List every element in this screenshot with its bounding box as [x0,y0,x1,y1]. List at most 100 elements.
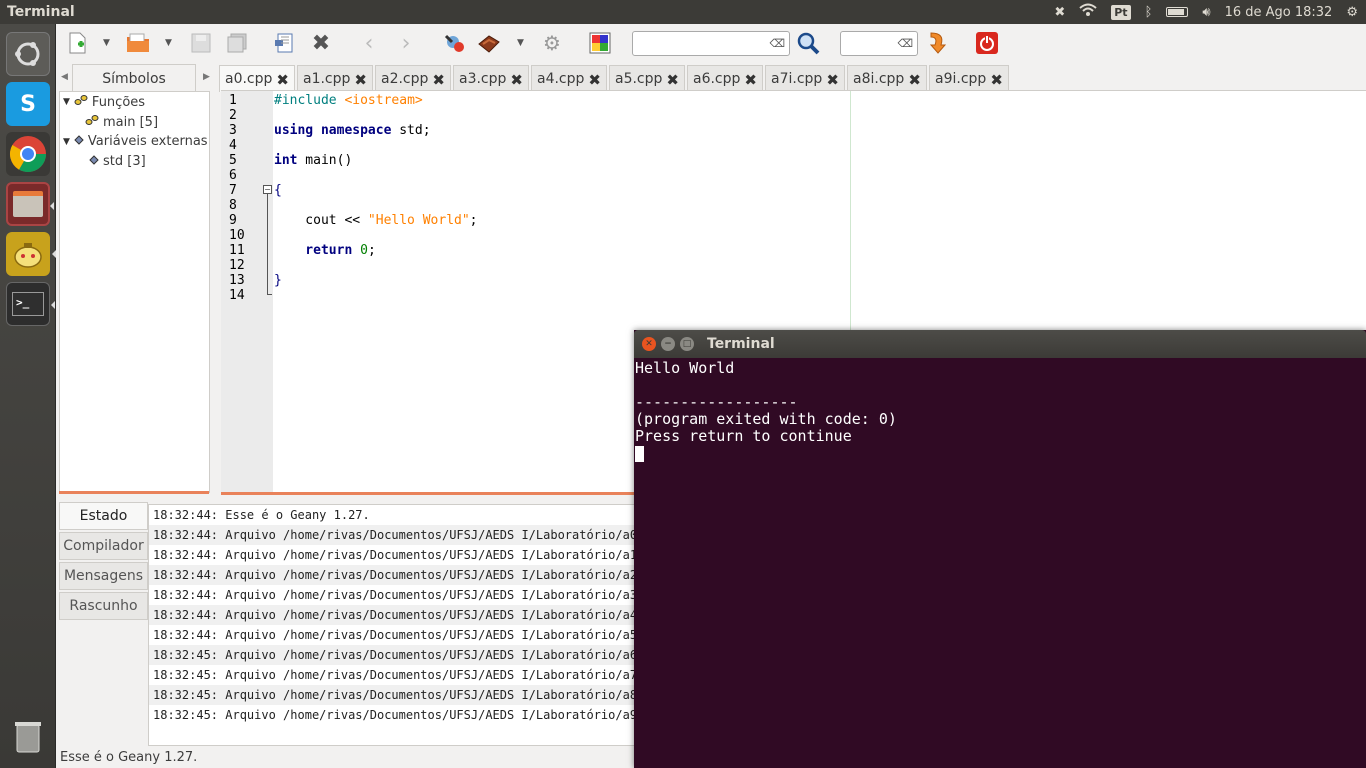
sidebar: ◀ Símbolos ▶ ▼ Funções main [5] ▼ Variáv… [57,62,214,496]
goto-line-input[interactable] [845,33,897,54]
open-file-icon[interactable] [125,31,151,55]
brace: { [274,183,282,198]
close-icon[interactable]: ✖ [666,71,679,89]
status-log[interactable]: 18:32:44: Esse é o Geany 1.27. 18:32:44:… [148,504,657,746]
tab-a1[interactable]: a1.cpp ✖ [297,65,373,92]
tab-scratch[interactable]: Rascunho [59,592,148,620]
symbol-tree: ▼ Funções main [5] ▼ Variáveis externas … [59,91,210,493]
variable-icon [89,154,99,169]
tab-a7i[interactable]: a7i.cpp ✖ [765,65,845,92]
files-icon[interactable] [6,182,54,226]
battery-icon[interactable] [1166,7,1189,17]
revert-icon[interactable] [271,31,297,55]
tab-a4[interactable]: a4.cpp ✖ [531,65,607,92]
sync-icon[interactable]: ✖ [1054,5,1065,20]
close-icon[interactable]: ✖ [588,71,601,89]
chevron-left-icon[interactable]: ◀ [61,72,68,82]
tree-group-externals[interactable]: ▼ Variáveis externas [63,134,208,149]
terminal-output[interactable]: Hello World ------------------ (program ex… [634,358,1366,464]
back-icon[interactable]: ‹ [356,31,382,56]
brace: } [274,273,282,288]
list-item: 18:32:45: Arquivo /home/rivas/Documentos… [149,645,656,665]
tree-item-std[interactable]: std [3] [89,154,146,169]
ubuntu-dash-icon[interactable] [6,32,50,76]
close-window-icon[interactable]: ✕ [642,337,656,351]
message-window: Estado Compilador Mensagens Rascunho 18:… [57,498,657,746]
close-icon[interactable]: ✖ [908,71,921,89]
clock[interactable]: 16 de Ago 18:32 [1225,5,1333,20]
goto-line-field[interactable]: ⌫ [840,31,918,56]
tab-label: a6.cpp [693,71,741,87]
execute-icon[interactable]: ⚙ [539,31,565,55]
tab-a3[interactable]: a3.cpp ✖ [453,65,529,92]
tab-messages[interactable]: Mensagens [59,562,148,590]
color-chooser-icon[interactable] [587,31,613,55]
tree-group-functions[interactable]: ▼ Funções [63,94,145,110]
line-number: 13 [229,273,245,288]
chevron-down-icon[interactable]: ▼ [517,38,524,48]
maximize-window-icon[interactable]: □ [680,337,694,351]
tab-a8i[interactable]: a8i.cpp ✖ [847,65,927,92]
clear-goto-icon[interactable]: ⌫ [897,37,913,50]
terminal-cursor [635,445,644,462]
code-text: ; [469,213,478,228]
close-icon[interactable]: ✖ [744,71,757,89]
chevron-down-icon[interactable]: ▼ [103,38,110,48]
keyboard-layout-indicator[interactable]: Pt [1111,4,1131,20]
close-icon[interactable]: ✖ [826,71,839,89]
gear-icon[interactable]: ⚙ [1346,5,1358,20]
tree-item-main[interactable]: main [5] [85,114,158,130]
tab-a5[interactable]: a5.cpp ✖ [609,65,685,92]
search-input[interactable] [637,33,765,54]
terminal-launcher-icon[interactable]: >_ [6,282,55,326]
close-icon[interactable]: ✖ [990,71,1003,89]
save-icon[interactable] [188,31,214,55]
expander-icon[interactable]: ▼ [63,97,70,107]
goto-line-icon[interactable] [925,31,951,55]
close-icon[interactable]: ✖ [354,71,367,89]
clear-search-icon[interactable]: ⌫ [769,37,785,50]
keyword: int [274,153,298,168]
wifi-icon[interactable] [1079,3,1097,21]
list-item: 18:32:44: Arquivo /home/rivas/Documentos… [149,525,656,545]
chevron-right-icon[interactable]: ▶ [203,72,210,82]
search-field[interactable]: ⌫ [632,31,790,56]
code-line: return 0; [274,243,375,258]
tab-compiler[interactable]: Compilador [59,532,148,560]
volume-icon[interactable]: 🔊︎ [1202,5,1210,20]
tree-label: main [5] [103,114,159,130]
quit-icon[interactable] [974,31,1000,55]
skype-icon[interactable]: S [6,82,50,126]
terminal-titlebar[interactable]: ✕ − □ Terminal [634,330,1366,358]
tab-label: a5.cpp [615,71,663,87]
tab-a0[interactable]: a0.cpp ✖ [219,65,295,92]
close-icon[interactable]: ✖ [308,31,334,56]
string-literal: "Hello World" [367,213,470,228]
trash-icon[interactable] [6,714,50,758]
close-icon[interactable]: ✖ [510,71,523,89]
close-icon[interactable]: ✖ [432,71,445,89]
build-icon[interactable] [476,31,502,55]
bluetooth-icon[interactable]: ᛒ [1145,5,1153,20]
compile-icon[interactable] [441,31,467,55]
forward-icon[interactable]: › [393,31,419,56]
chrome-icon[interactable] [6,132,50,176]
tab-a9i[interactable]: a9i.cpp ✖ [929,65,1009,92]
new-file-icon[interactable] [65,31,91,55]
geany-icon[interactable] [6,232,56,276]
tab-symbols[interactable]: Símbolos [72,64,196,92]
expander-icon[interactable]: ▼ [63,137,70,147]
number-literal: 0 [360,243,368,258]
tab-a2[interactable]: a2.cpp ✖ [375,65,451,92]
terminal-line: (program exited with code: 0) [635,410,897,428]
minimize-window-icon[interactable]: − [661,337,675,351]
fold-line [267,194,268,294]
tab-status[interactable]: Estado [59,502,148,530]
chevron-down-icon[interactable]: ▼ [165,38,172,48]
fold-toggle-icon[interactable]: − [263,185,272,194]
save-all-icon[interactable] [224,31,250,55]
tab-a6[interactable]: a6.cpp ✖ [687,65,763,92]
close-icon[interactable]: ✖ [276,71,289,89]
tab-label: a8i.cpp [853,71,905,87]
search-icon[interactable] [795,31,821,55]
